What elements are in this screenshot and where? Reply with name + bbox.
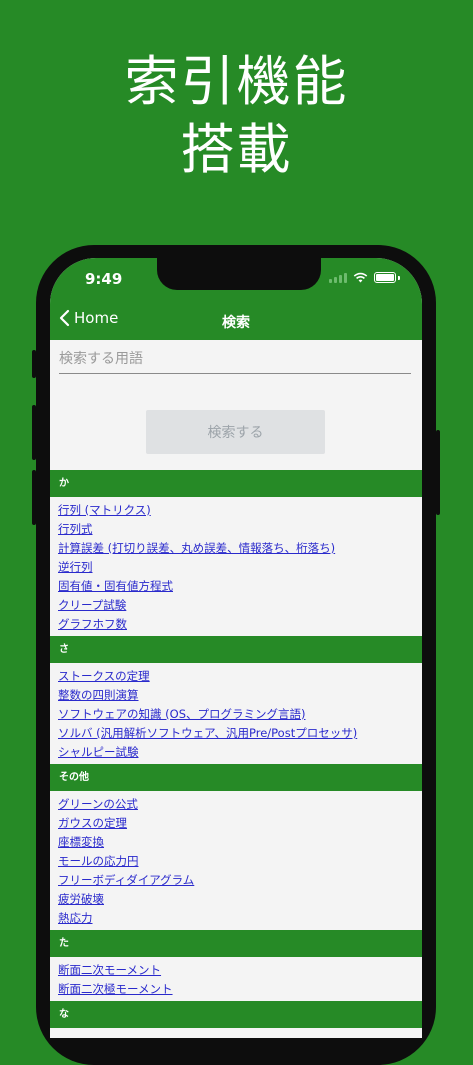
index-term-link[interactable]: 座標変換 <box>50 833 422 852</box>
index-term-link[interactable]: グラフホフ数 <box>50 615 422 634</box>
index-term-link[interactable]: 逆行列 <box>50 558 422 577</box>
section-items: グリーンの公式 ガウスの定理 座標変換 モールの応力円 フリーボディダイアグラム 疲労破壊… <box>50 791 422 930</box>
wifi-icon <box>353 272 368 283</box>
phone-notch <box>157 258 321 290</box>
index-term-link[interactable]: フリーボディダイアグラム <box>50 871 422 890</box>
battery-icon <box>374 272 396 283</box>
phone-power-button <box>436 430 440 515</box>
section-items: ストークスの定理 整数の四則演算 ソフトウェアの知識 (OS、プログラミング言語) ソ… <box>50 663 422 764</box>
status-time: 9:49 <box>85 270 123 288</box>
cellular-signal-icon <box>329 272 347 283</box>
phone-volume-up <box>32 405 36 460</box>
status-icons <box>329 272 400 283</box>
promo-headline-line1: 索引機能 <box>124 50 349 113</box>
phone-mute-switch <box>32 350 36 378</box>
section-header: か <box>50 470 422 497</box>
index-term-link[interactable]: 熱応力 <box>50 909 422 928</box>
index-term-link[interactable]: 断面二次モーメント <box>50 961 422 980</box>
section-header: その他 <box>50 764 422 791</box>
search-area: 検索する <box>50 340 422 468</box>
index-term-link[interactable]: ソフトウェアの知識 (OS、プログラミング言語) <box>50 705 422 724</box>
promo-headline-line2: 搭載 <box>180 118 293 181</box>
index-term-link[interactable]: 行列式 <box>50 520 422 539</box>
index-term-link[interactable]: 疲労破壊 <box>50 890 422 909</box>
battery-cap <box>398 275 400 280</box>
search-button[interactable]: 検索する <box>146 410 325 454</box>
index-term-link[interactable]: 計算誤差 (打切り誤差、丸め誤差、情報落ち、桁落ち) <box>50 539 422 558</box>
index-term-link[interactable]: グリーンの公式 <box>50 795 422 814</box>
index-term-link[interactable]: シャルピー試験 <box>50 743 422 762</box>
section-header: さ <box>50 636 422 663</box>
index-term-link[interactable]: 整数の四則演算 <box>50 686 422 705</box>
index-term-link[interactable]: ガウスの定理 <box>50 814 422 833</box>
index-term-link[interactable]: 断面二次極モーメント <box>50 980 422 999</box>
index-term-link[interactable]: クリープ試験 <box>50 596 422 615</box>
section-items: 行列 (マトリクス) 行列式 計算誤差 (打切り誤差、丸め誤差、情報落ち、桁落ち) 逆… <box>50 497 422 636</box>
index-term-link[interactable]: 固有値・固有値方程式 <box>50 577 422 596</box>
section-items: 断面二次モーメント 断面二次極モーメント <box>50 957 422 1001</box>
index-term-link[interactable]: モールの応力円 <box>50 852 422 871</box>
phone-screen: 9:49 Home 検索 検索する か行列 (マトリクス)行列式計算誤差 <box>50 258 422 1038</box>
index-term-link[interactable]: ストークスの定理 <box>50 667 422 686</box>
index-term-link[interactable]: 行列 (マトリクス) <box>50 501 422 520</box>
page-title: 検索 <box>222 315 250 331</box>
phone-volume-down <box>32 470 36 525</box>
index-term-link[interactable]: ソルバ (汎用解析ソフトウェア、汎用Pre/Postプロセッサ) <box>50 724 422 743</box>
search-input[interactable] <box>59 344 411 374</box>
section-header: た <box>50 930 422 957</box>
navigation-bar: Home 検索 <box>50 304 422 340</box>
index-list: か行列 (マトリクス) 行列式 計算誤差 (打切り誤差、丸め誤差、情報落ち、桁落ち)… <box>50 470 422 1028</box>
